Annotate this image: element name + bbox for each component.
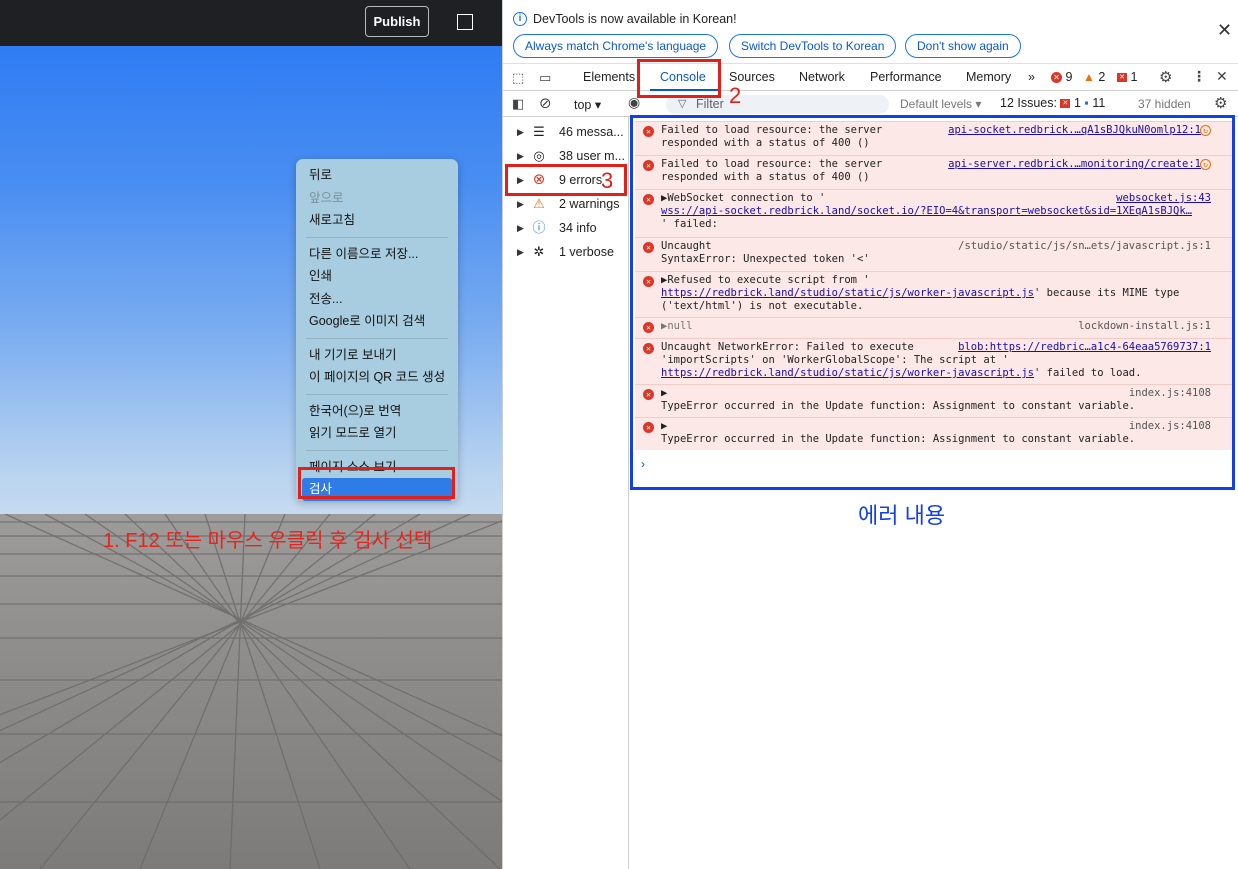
device-toggle-icon[interactable]: ▭ (539, 70, 551, 86)
sidebar-label: 1 verbose (559, 245, 614, 259)
close-icon[interactable]: ✕ (1217, 20, 1232, 41)
sidebar-toggle-icon[interactable]: ◧ (512, 96, 524, 112)
tab-memory[interactable]: Memory (966, 64, 1011, 91)
sidebar-item-messages[interactable]: ▶ ☰ 46 messa... (503, 120, 629, 144)
log-levels-select[interactable]: Default levels ▾ (900, 97, 981, 111)
warning-icon: ▲ (1083, 70, 1095, 84)
issues-info-count: 11 (1092, 96, 1106, 110)
info-icon: i (513, 12, 527, 26)
close-devtools-icon[interactable]: ✕ (1216, 68, 1228, 85)
expand-arrow-icon: ▶ (517, 127, 524, 137)
fullscreen-icon[interactable] (457, 14, 473, 30)
step2-annotation: 2 (729, 83, 742, 108)
console-toolbar: ◧ ⊘ top ▾ ◉ ▽ Filter Default levels ▾ 12 … (503, 91, 1238, 117)
clear-console-icon[interactable]: ⊘ (539, 94, 552, 112)
editor-viewport: Publish 뒤로 앞으로 새로고침 다른 이름으로 저장... 인쇄 전송.… (0, 0, 502, 869)
highlight-inspect (298, 467, 455, 499)
context-menu-item[interactable]: Google로 이미지 검색 (296, 310, 458, 333)
more-tabs-icon[interactable]: » (1028, 64, 1035, 91)
language-notice: i DevTools is now available in Korean! A… (503, 0, 1238, 62)
sidebar-item-verbose[interactable]: ▶ ✲ 1 verbose (503, 240, 629, 264)
expand-arrow-icon: ▶ (517, 247, 524, 257)
notice-text: DevTools is now available in Korean! (533, 12, 737, 26)
list-icon: ☰ (533, 124, 545, 139)
filter-placeholder: Filter (696, 97, 724, 111)
inspect-element-icon[interactable]: ⬚ (512, 70, 524, 86)
context-menu-item[interactable]: 뒤로 (296, 164, 458, 187)
error-icon: ✕ (1051, 72, 1062, 84)
sidebar-item-info[interactable]: ▶ ⓘ 34 info (503, 216, 629, 240)
hidden-count: 37 hidden (1138, 97, 1191, 111)
issue-info-icon: ▪ (1084, 96, 1089, 110)
menu-separator (306, 337, 448, 339)
tab-network[interactable]: Network (799, 64, 845, 91)
match-language-button[interactable]: Always match Chrome's language (513, 34, 719, 58)
warning-icon: ⚠ (533, 196, 545, 211)
console-settings-icon[interactable]: ⚙ (1214, 94, 1227, 112)
tiled-floor (0, 514, 502, 869)
menu-separator (306, 393, 448, 395)
sidebar-label: 46 messa... (559, 125, 624, 139)
issue-count: 1 (1130, 70, 1138, 84)
expand-arrow-icon: ▶ (517, 223, 524, 233)
menu-separator (306, 236, 448, 238)
context-select[interactable]: top ▾ (574, 97, 601, 112)
editor-topbar: Publish (0, 0, 502, 46)
devtools-tabbar: ⬚ ▭ Elements Console Sources Network Per… (503, 63, 1238, 91)
more-options-icon[interactable]: ⋮ (1192, 68, 1206, 85)
settings-gear-icon[interactable]: ⚙ (1159, 68, 1172, 86)
issues-summary[interactable]: 12 Issues: ✕ 1 ▪ 11 (1000, 96, 1105, 110)
info-icon: ⓘ (532, 220, 546, 235)
context-menu-item[interactable]: 읽기 모드로 열기 (296, 422, 458, 445)
error-count: 9 (1065, 70, 1073, 84)
context-menu-item[interactable]: 한국어(으)로 번역 (296, 400, 458, 423)
menu-separator (306, 449, 448, 451)
highlight-error-content (630, 115, 1235, 490)
highlight-console-tab (637, 59, 721, 98)
context-menu-item[interactable]: 이 페이지의 QR 코드 생성 (296, 366, 458, 389)
context-menu-item[interactable]: 전송... (296, 288, 458, 311)
tab-elements[interactable]: Elements (583, 64, 635, 91)
issues-error-count: 1 (1073, 96, 1081, 110)
tab-performance[interactable]: Performance (870, 64, 942, 91)
context-menu-item[interactable]: 새로고침 (296, 209, 458, 232)
sidebar-label: 34 info (559, 221, 597, 235)
dont-show-again-button[interactable]: Don't show again (905, 34, 1021, 58)
console-sidebar: ▶ ☰ 46 messa... ▶ ◎ 38 user m... ▶ ⊗ 9 errors … (503, 117, 629, 869)
context-menu-item[interactable]: 인쇄 (296, 265, 458, 288)
step3-annotation: 3 (601, 168, 614, 193)
warning-count: 2 (1098, 70, 1106, 84)
error-content-annotation: 에러 내용 (858, 503, 946, 528)
context-menu-item: 앞으로 (309, 190, 344, 205)
user-icon: ◎ (533, 148, 545, 163)
step1-annotation: 1. F12 또는 마우스 우클릭 후 검사 선택 (103, 530, 433, 552)
issues-count-badge[interactable]: ✕ 1 (1117, 64, 1137, 91)
issues-label: 12 Issues: (1000, 96, 1057, 110)
publish-button[interactable]: Publish (365, 6, 429, 37)
issue-error-icon: ✕ (1060, 99, 1071, 109)
context-menu-item[interactable]: 다른 이름으로 저장... (296, 243, 458, 266)
context-label: top (574, 98, 592, 112)
warning-count-badge[interactable]: ▲ 2 (1083, 64, 1105, 91)
context-menu: 뒤로앞으로새로고침다른 이름으로 저장... 인쇄 전송... Google로 이미지… (296, 159, 458, 501)
issue-icon: ✕ (1117, 73, 1127, 83)
log-levels-label: Default levels (900, 97, 973, 111)
error-count-badge[interactable]: ✕ 9 (1051, 64, 1072, 91)
switch-korean-button[interactable]: Switch DevTools to Korean (729, 34, 897, 58)
context-menu-item[interactable]: 내 기기로 보내기 (296, 344, 458, 367)
bug-icon: ✲ (533, 244, 545, 259)
